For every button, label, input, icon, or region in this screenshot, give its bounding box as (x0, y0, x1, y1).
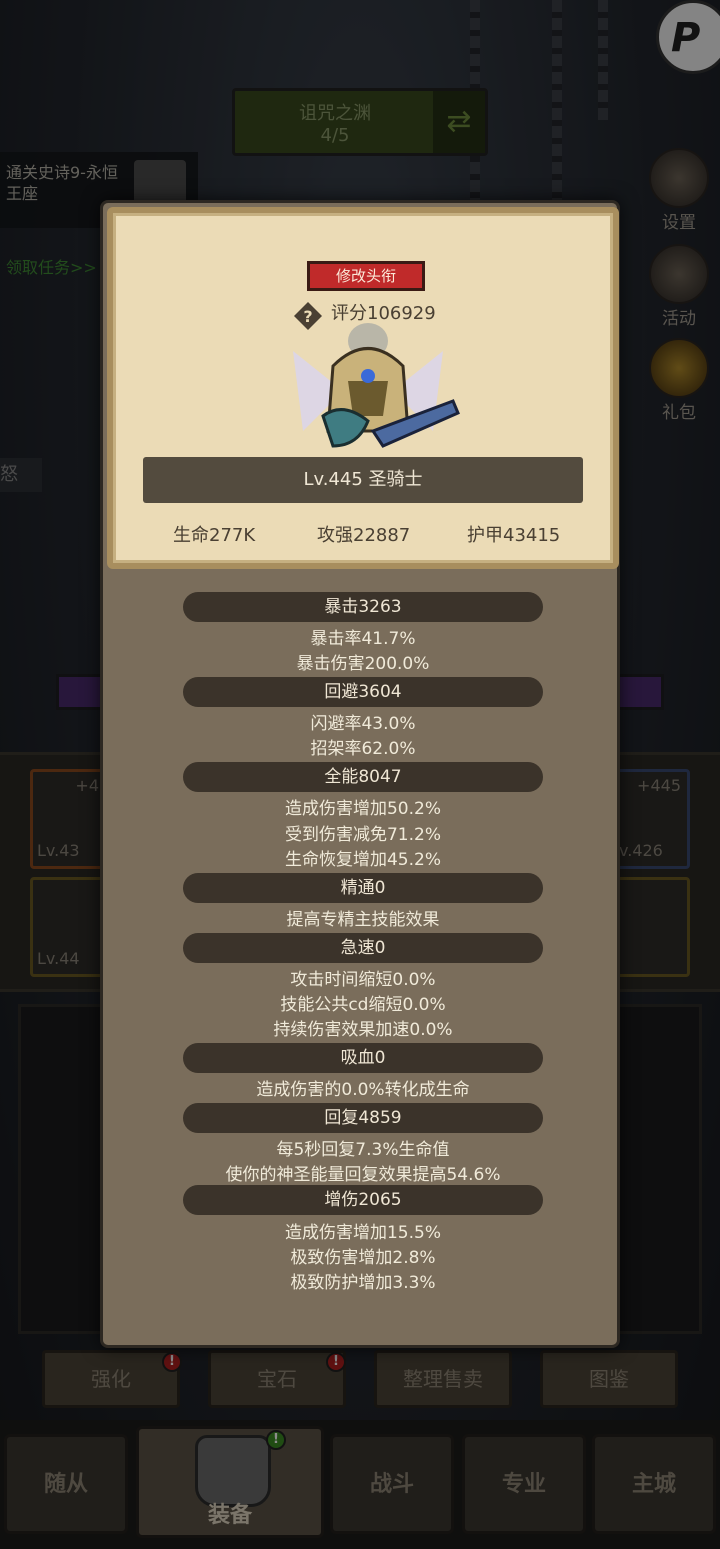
character-card: 修改头衔 ? 评分106929 Lv.445 圣骑士 生命277K 攻强2288… (107, 207, 619, 569)
hp-stat: 生命277K (173, 525, 256, 546)
stat-line: 持续伤害效果加速0.0% (273, 1020, 453, 1040)
stat-line: 每5秒回复7.3%生命值 (276, 1140, 450, 1160)
avoidance-header: 回避3604 (183, 677, 543, 707)
stat-line: 极致伤害增加2.8% (290, 1248, 436, 1268)
stat-line: 提高专精主技能效果 (286, 910, 440, 930)
haste-header: 急速0 (183, 933, 543, 963)
recovery-header: 回复4859 (183, 1103, 543, 1133)
lifesteal-header: 吸血0 (183, 1043, 543, 1073)
stat-line: 暴击率41.7% (310, 629, 416, 649)
stat-line: 技能公共cd缩短0.0% (280, 995, 446, 1015)
stat-line: 使你的神圣能量回复效果提高54.6% (225, 1165, 501, 1185)
mastery-header: 精通0 (183, 873, 543, 903)
stat-line: 造成伤害增加15.5% (284, 1223, 441, 1243)
stat-line: 生命恢复增加45.2% (284, 850, 441, 870)
crit-header: 暴击3263 (183, 592, 543, 622)
paladin-portrait (293, 323, 460, 448)
stat-line: 闪避率43.0% (310, 714, 416, 734)
stat-line: 攻击时间缩短0.0% (290, 970, 436, 990)
change-title-button[interactable]: 修改头衔 (307, 261, 425, 291)
class-level-bar: Lv.445 圣骑士 (143, 457, 583, 503)
damage-bonus-header: 增伤2065 (183, 1185, 543, 1215)
stat-line: 造成伤害的0.0%转化成生命 (256, 1080, 470, 1100)
character-stats-popup: 修改头衔 ? 评分106929 Lv.445 圣骑士 生命277K 攻强2288… (100, 200, 620, 1348)
stat-line: 招架率62.0% (310, 739, 416, 759)
stat-line: 暴击伤害200.0% (296, 654, 430, 674)
attack-power-stat: 攻强22887 (317, 525, 411, 546)
versatility-header: 全能8047 (183, 762, 543, 792)
armor-stat: 护甲43415 (467, 525, 561, 546)
stat-line: 造成伤害增加50.2% (284, 799, 441, 819)
stat-line: 受到伤害减免71.2% (284, 825, 441, 845)
stat-line: 极致防护增加3.3% (290, 1273, 436, 1293)
